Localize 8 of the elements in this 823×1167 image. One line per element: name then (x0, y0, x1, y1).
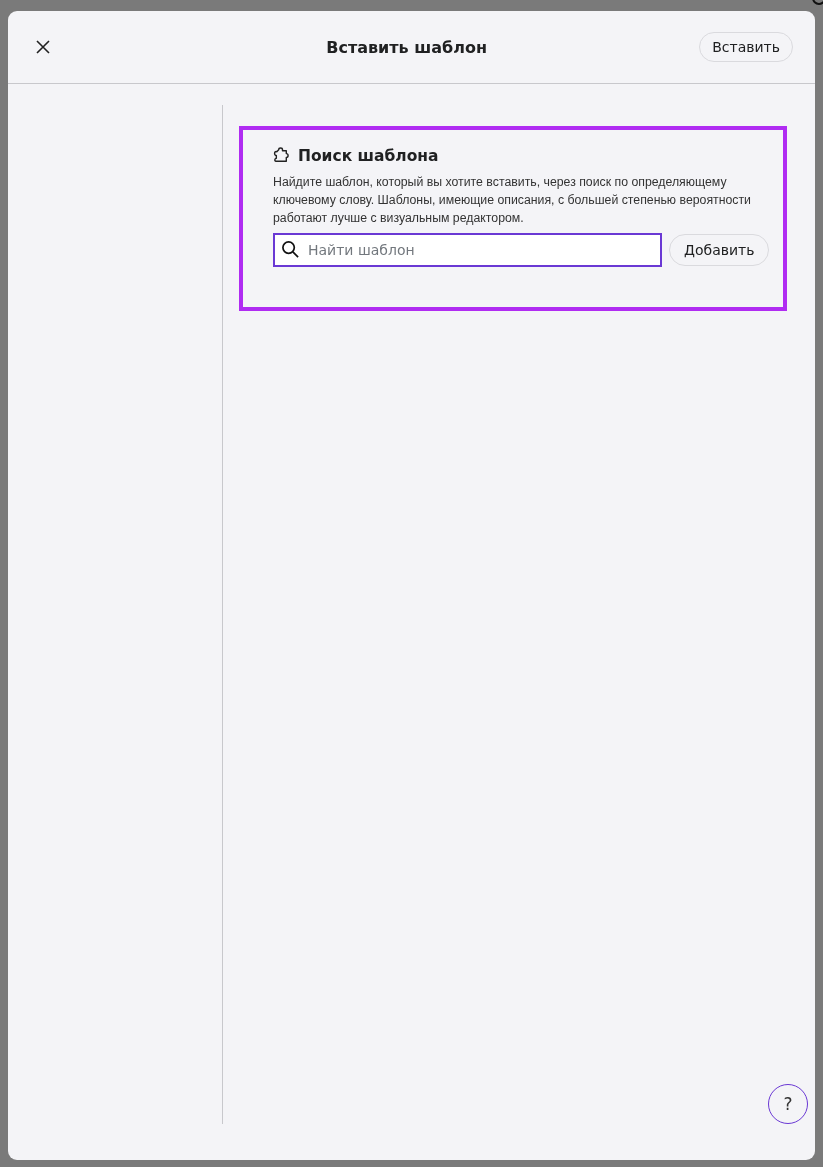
help-button[interactable]: ? (768, 1084, 808, 1124)
panel-description: Найдите шаблон, который вы хотите вставить, через поиск по определяющему ключевому слову. Шаблоны, имеющие описания, с большей степенью вероятности работают лучше с визуальным редактором. (273, 174, 752, 227)
dialog-title: Вставить шаблон (326, 37, 487, 57)
add-button[interactable]: Добавить (669, 234, 770, 266)
panel-title: Поиск шаблона (298, 146, 439, 165)
puzzle-icon (273, 146, 292, 165)
template-search-field[interactable]: Найти шаблон (273, 233, 662, 267)
insert-button[interactable]: Вставить (699, 32, 793, 62)
